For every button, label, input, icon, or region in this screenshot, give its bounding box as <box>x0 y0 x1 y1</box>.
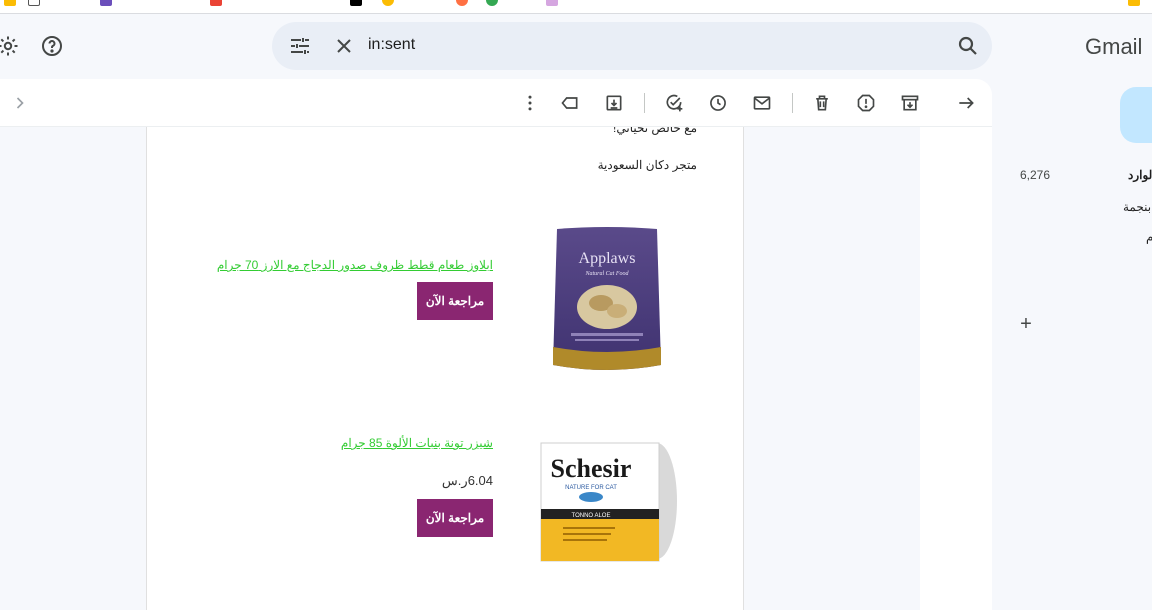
help-icon[interactable] <box>38 32 66 60</box>
message-panel: مع خالص تحياتي! متجر دكان السعودية Appla… <box>0 79 992 610</box>
product-link-applaws[interactable]: ابلاوز طعام قطط ظروف صدور الدجاج مع الار… <box>217 258 493 272</box>
email-content: مع خالص تحياتي! متجر دكان السعودية Appla… <box>146 127 744 610</box>
bookmark-icon[interactable] <box>456 0 468 6</box>
bookmark-icon[interactable] <box>100 0 112 6</box>
snooze-clock-icon[interactable] <box>706 91 730 115</box>
mark-unread-mail-icon[interactable] <box>750 91 774 115</box>
search-icon[interactable] <box>956 34 980 58</box>
delete-trash-icon[interactable] <box>810 91 834 115</box>
message-toolbar <box>0 79 992 127</box>
gmail-logo[interactable]: Gmail <box>1085 34 1142 60</box>
schesir-flavor-text: TONNO ALOE <box>572 513 611 519</box>
back-arrow-icon[interactable] <box>954 91 978 115</box>
compose-button[interactable] <box>1120 87 1152 143</box>
search-input[interactable]: in:sent <box>368 36 415 54</box>
add-task-icon[interactable] <box>662 91 686 115</box>
email-body-area: مع خالص تحياتي! متجر دكان السعودية Appla… <box>0 127 920 610</box>
label-icon[interactable] <box>558 91 582 115</box>
schesir-product-image[interactable]: Schesir NATURE FOR CAT TONNO ALOE <box>539 437 689 565</box>
schesir-brand-text: Schesir <box>551 454 632 483</box>
report-spam-icon[interactable] <box>854 91 878 115</box>
toolbar-divider <box>792 93 793 113</box>
search-options-icon[interactable] <box>288 34 312 58</box>
more-options-icon[interactable] <box>518 91 542 115</box>
archive-icon[interactable] <box>898 91 922 115</box>
bookmark-icon[interactable] <box>28 0 40 6</box>
bookmark-icon[interactable] <box>210 0 222 6</box>
product-price: 6.04ر.س <box>441 473 493 488</box>
applaws-brand-text: Applaws <box>579 250 636 267</box>
inbox-count: 6,276 <box>1020 168 1051 182</box>
store-signature: متجر دكان السعودية <box>597 158 697 172</box>
search-bar[interactable]: in:sent <box>272 22 992 70</box>
chevron-right-icon[interactable] <box>8 91 32 115</box>
bookmark-icon[interactable] <box>486 0 498 6</box>
side-panel <box>920 127 992 610</box>
sidebar-item-more[interactable]: م <box>1146 230 1152 244</box>
bookmark-icon[interactable] <box>1128 0 1140 6</box>
closing-text: مع خالص تحياتي! <box>613 127 697 135</box>
sidebar-item-starred[interactable]: بنجمة <box>1123 200 1151 214</box>
bookmark-icon[interactable] <box>546 0 558 6</box>
review-now-button[interactable]: مراجعة الآن <box>417 499 493 537</box>
settings-gear-icon[interactable] <box>0 32 22 60</box>
bookmark-icon[interactable] <box>4 0 16 6</box>
review-now-button[interactable]: مراجعة الآن <box>417 282 493 320</box>
applaws-product-image[interactable]: Applaws Natural Cat Food <box>551 225 663 377</box>
move-to-icon[interactable] <box>602 91 626 115</box>
sidebar-item-inbox[interactable]: الوارد <box>1128 168 1152 182</box>
bookmark-icon[interactable] <box>382 0 394 6</box>
clear-search-icon[interactable] <box>332 34 356 58</box>
schesir-tagline-text: NATURE FOR CAT <box>565 485 617 491</box>
product-link-schesir[interactable]: شيزر تونة بنبات الألوة 85 جرام <box>341 436 493 450</box>
add-label-plus-icon[interactable]: + <box>1016 314 1036 334</box>
bookmarks-bar <box>0 0 1152 14</box>
bookmark-icon[interactable] <box>350 0 362 6</box>
applaws-tagline-text: Natural Cat Food <box>584 271 629 277</box>
toolbar-divider <box>644 93 645 113</box>
